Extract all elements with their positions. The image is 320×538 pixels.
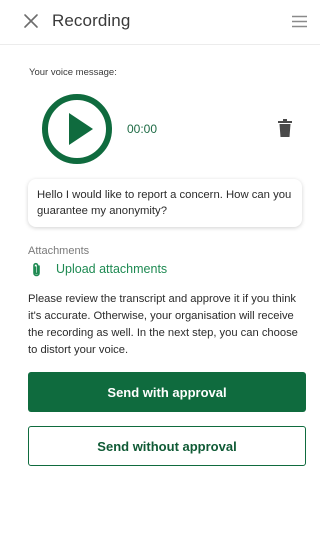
page-title: Recording <box>52 11 131 30</box>
review-instructions: Please review the transcript and approve… <box>28 293 298 356</box>
upload-attachments-label: Upload attachments <box>56 262 168 276</box>
recording-screen: Recording Your voice message: 00:00 Hell… <box>0 0 320 538</box>
send-with-approval-button[interactable]: Send with approval <box>28 372 306 412</box>
attachments-label: Attachments <box>28 245 90 257</box>
recording-timer: 00:00 <box>127 122 158 136</box>
play-icon[interactable] <box>41 93 113 165</box>
close-icon[interactable] <box>22 12 40 30</box>
paperclip-icon <box>33 262 40 277</box>
top-bar: Recording <box>0 0 320 45</box>
transcript-box[interactable]: Hello I would like to report a concern. … <box>28 179 302 227</box>
hamburger-menu-icon[interactable] <box>292 15 307 28</box>
trash-icon[interactable] <box>278 119 292 137</box>
voice-message-label: Your voice message: <box>29 67 117 78</box>
send-without-approval-button[interactable]: Send without approval <box>28 426 306 466</box>
